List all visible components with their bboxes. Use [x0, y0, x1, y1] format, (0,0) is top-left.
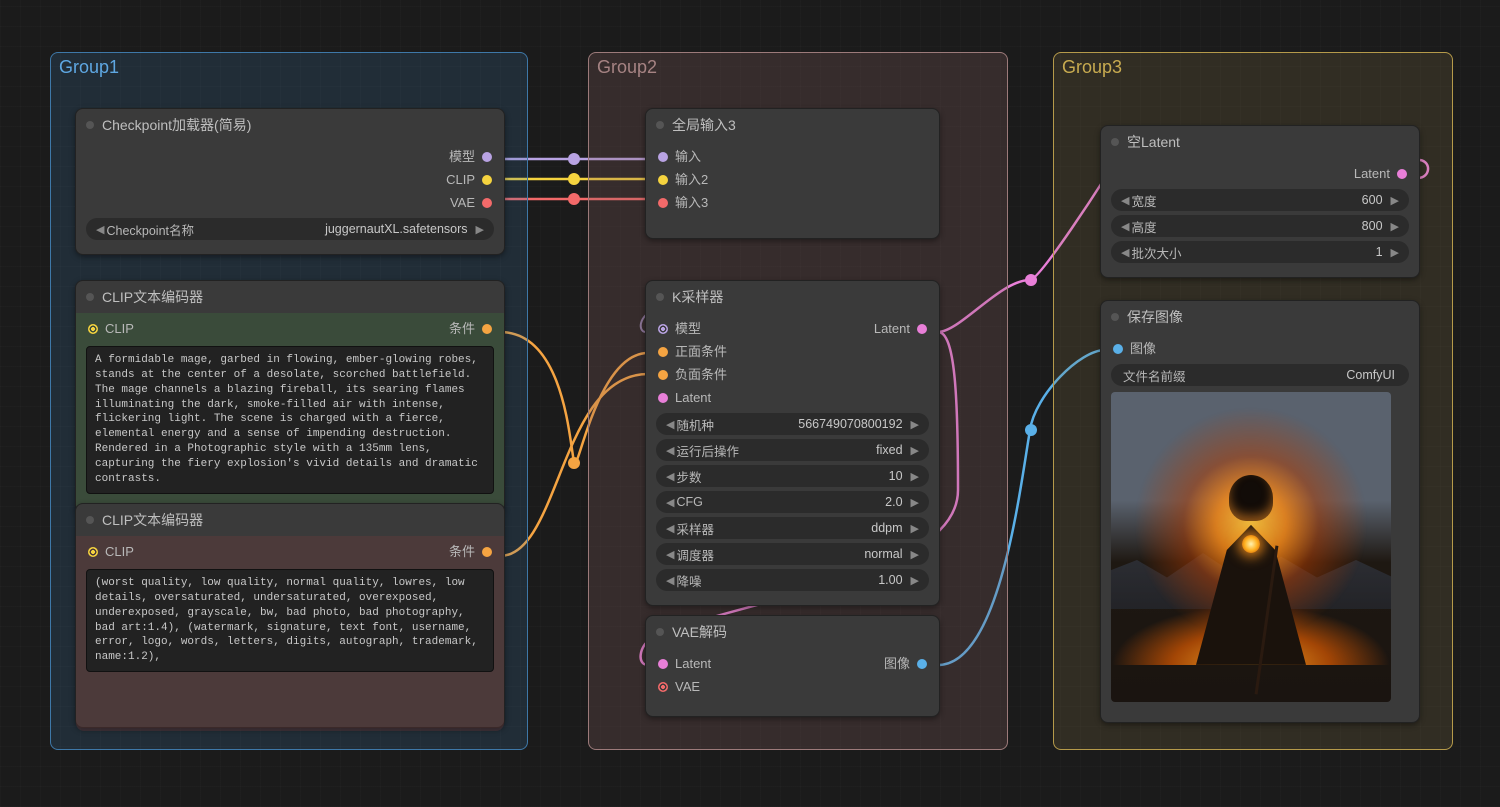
- node-header[interactable]: 保存图像: [1101, 301, 1419, 333]
- node-ksampler[interactable]: K采样器 模型 Latent 正面条件 负面条件 Latent ◀随机种5667…: [645, 280, 940, 606]
- collapse-icon[interactable]: [656, 121, 664, 129]
- output-conditioning[interactable]: 条件: [449, 319, 492, 338]
- widget-checkpoint-name[interactable]: ◀ Checkpoint名称 juggernautXL.safetensors …: [86, 218, 494, 240]
- widget-width[interactable]: ◀宽度600▶: [1111, 189, 1409, 211]
- collapse-icon[interactable]: [656, 293, 664, 301]
- input-latent[interactable]: Latent: [658, 654, 711, 673]
- link-midpoint: [1025, 274, 1037, 286]
- node-header[interactable]: CLIP文本编码器: [76, 504, 504, 536]
- prompt-textarea[interactable]: A formidable mage, garbed in flowing, em…: [86, 346, 494, 494]
- node-empty-latent[interactable]: 空Latent Latent ◀宽度600▶ ◀高度800▶ ◀批次大小1▶: [1100, 125, 1420, 278]
- input-latent[interactable]: Latent: [658, 388, 711, 407]
- input-model[interactable]: 模型: [658, 319, 701, 338]
- input-vae[interactable]: VAE: [658, 677, 700, 696]
- node-header[interactable]: CLIP文本编码器: [76, 281, 504, 313]
- collapse-icon[interactable]: [656, 628, 664, 636]
- input-1[interactable]: 输入: [658, 147, 701, 166]
- output-preview-image[interactable]: [1111, 392, 1391, 702]
- widget-after[interactable]: ◀运行后操作fixed▶: [656, 439, 929, 461]
- node-title: 全局输入3: [672, 115, 736, 135]
- widget-denoise[interactable]: ◀降噪1.00▶: [656, 569, 929, 591]
- widget-cfg[interactable]: ◀CFG2.0▶: [656, 491, 929, 513]
- link-midpoint: [568, 153, 580, 165]
- node-header[interactable]: Checkpoint加载器(简易): [76, 109, 504, 141]
- collapse-icon[interactable]: [1111, 138, 1119, 146]
- widget-batch[interactable]: ◀批次大小1▶: [1111, 241, 1409, 263]
- node-title: Checkpoint加载器(简易): [102, 115, 251, 135]
- output-image[interactable]: 图像: [884, 654, 927, 673]
- input-negative[interactable]: 负面条件: [658, 365, 727, 384]
- output-clip[interactable]: CLIP: [446, 170, 492, 189]
- link-midpoint: [1025, 424, 1037, 436]
- collapse-icon[interactable]: [86, 516, 94, 524]
- input-clip[interactable]: CLIP: [88, 542, 134, 561]
- output-latent[interactable]: Latent: [1354, 164, 1407, 183]
- input-positive[interactable]: 正面条件: [658, 342, 727, 361]
- link-midpoint: [568, 193, 580, 205]
- group-title: Group1: [59, 57, 119, 78]
- widget-scheduler[interactable]: ◀调度器normal▶: [656, 543, 929, 565]
- node-header[interactable]: VAE解码: [646, 616, 939, 648]
- arrow-right-icon[interactable]: ▶: [474, 223, 486, 236]
- node-title: K采样器: [672, 287, 723, 307]
- node-global-input[interactable]: 全局输入3 输入 输入2 输入3: [645, 108, 940, 239]
- arrow-left-icon[interactable]: ◀: [94, 223, 106, 236]
- node-save-image[interactable]: 保存图像 图像 文件名前缀 ComfyUI: [1100, 300, 1420, 723]
- output-model[interactable]: 模型: [449, 147, 492, 166]
- node-title: VAE解码: [672, 622, 727, 642]
- input-clip[interactable]: CLIP: [88, 319, 134, 338]
- widget-filename-prefix[interactable]: 文件名前缀 ComfyUI: [1111, 364, 1409, 386]
- input-image[interactable]: 图像: [1113, 339, 1156, 358]
- link-midpoint: [568, 457, 580, 469]
- node-title: 保存图像: [1127, 307, 1183, 327]
- node-clip-negative[interactable]: CLIP文本编码器 CLIP 条件 (worst quality, low qu…: [75, 503, 505, 728]
- widget-sampler[interactable]: ◀采样器ddpm▶: [656, 517, 929, 539]
- widget-height[interactable]: ◀高度800▶: [1111, 215, 1409, 237]
- collapse-icon[interactable]: [86, 121, 94, 129]
- collapse-icon[interactable]: [1111, 313, 1119, 321]
- prompt-textarea[interactable]: (worst quality, low quality, normal qual…: [86, 569, 494, 672]
- output-latent[interactable]: Latent: [874, 319, 927, 338]
- node-checkpoint-loader[interactable]: Checkpoint加载器(简易) 模型 CLIP VAE ◀ Checkpoi…: [75, 108, 505, 255]
- node-title: 空Latent: [1127, 132, 1180, 152]
- node-vae-decode[interactable]: VAE解码 Latent 图像 VAE: [645, 615, 940, 717]
- output-vae[interactable]: VAE: [450, 193, 492, 212]
- collapse-icon[interactable]: [86, 293, 94, 301]
- widget-steps[interactable]: ◀步数10▶: [656, 465, 929, 487]
- node-title: CLIP文本编码器: [102, 287, 203, 307]
- input-2[interactable]: 输入2: [658, 170, 708, 189]
- group-title: Group2: [597, 57, 657, 78]
- group-title: Group3: [1062, 57, 1122, 78]
- node-header[interactable]: 全局输入3: [646, 109, 939, 141]
- widget-seed[interactable]: ◀随机种566749070800192▶: [656, 413, 929, 435]
- input-3[interactable]: 输入3: [658, 193, 708, 212]
- output-conditioning[interactable]: 条件: [449, 542, 492, 561]
- node-clip-positive[interactable]: CLIP文本编码器 CLIP 条件 A formidable mage, gar…: [75, 280, 505, 513]
- link-midpoint: [568, 173, 580, 185]
- node-title: CLIP文本编码器: [102, 510, 203, 530]
- node-header[interactable]: K采样器: [646, 281, 939, 313]
- node-header[interactable]: 空Latent: [1101, 126, 1419, 158]
